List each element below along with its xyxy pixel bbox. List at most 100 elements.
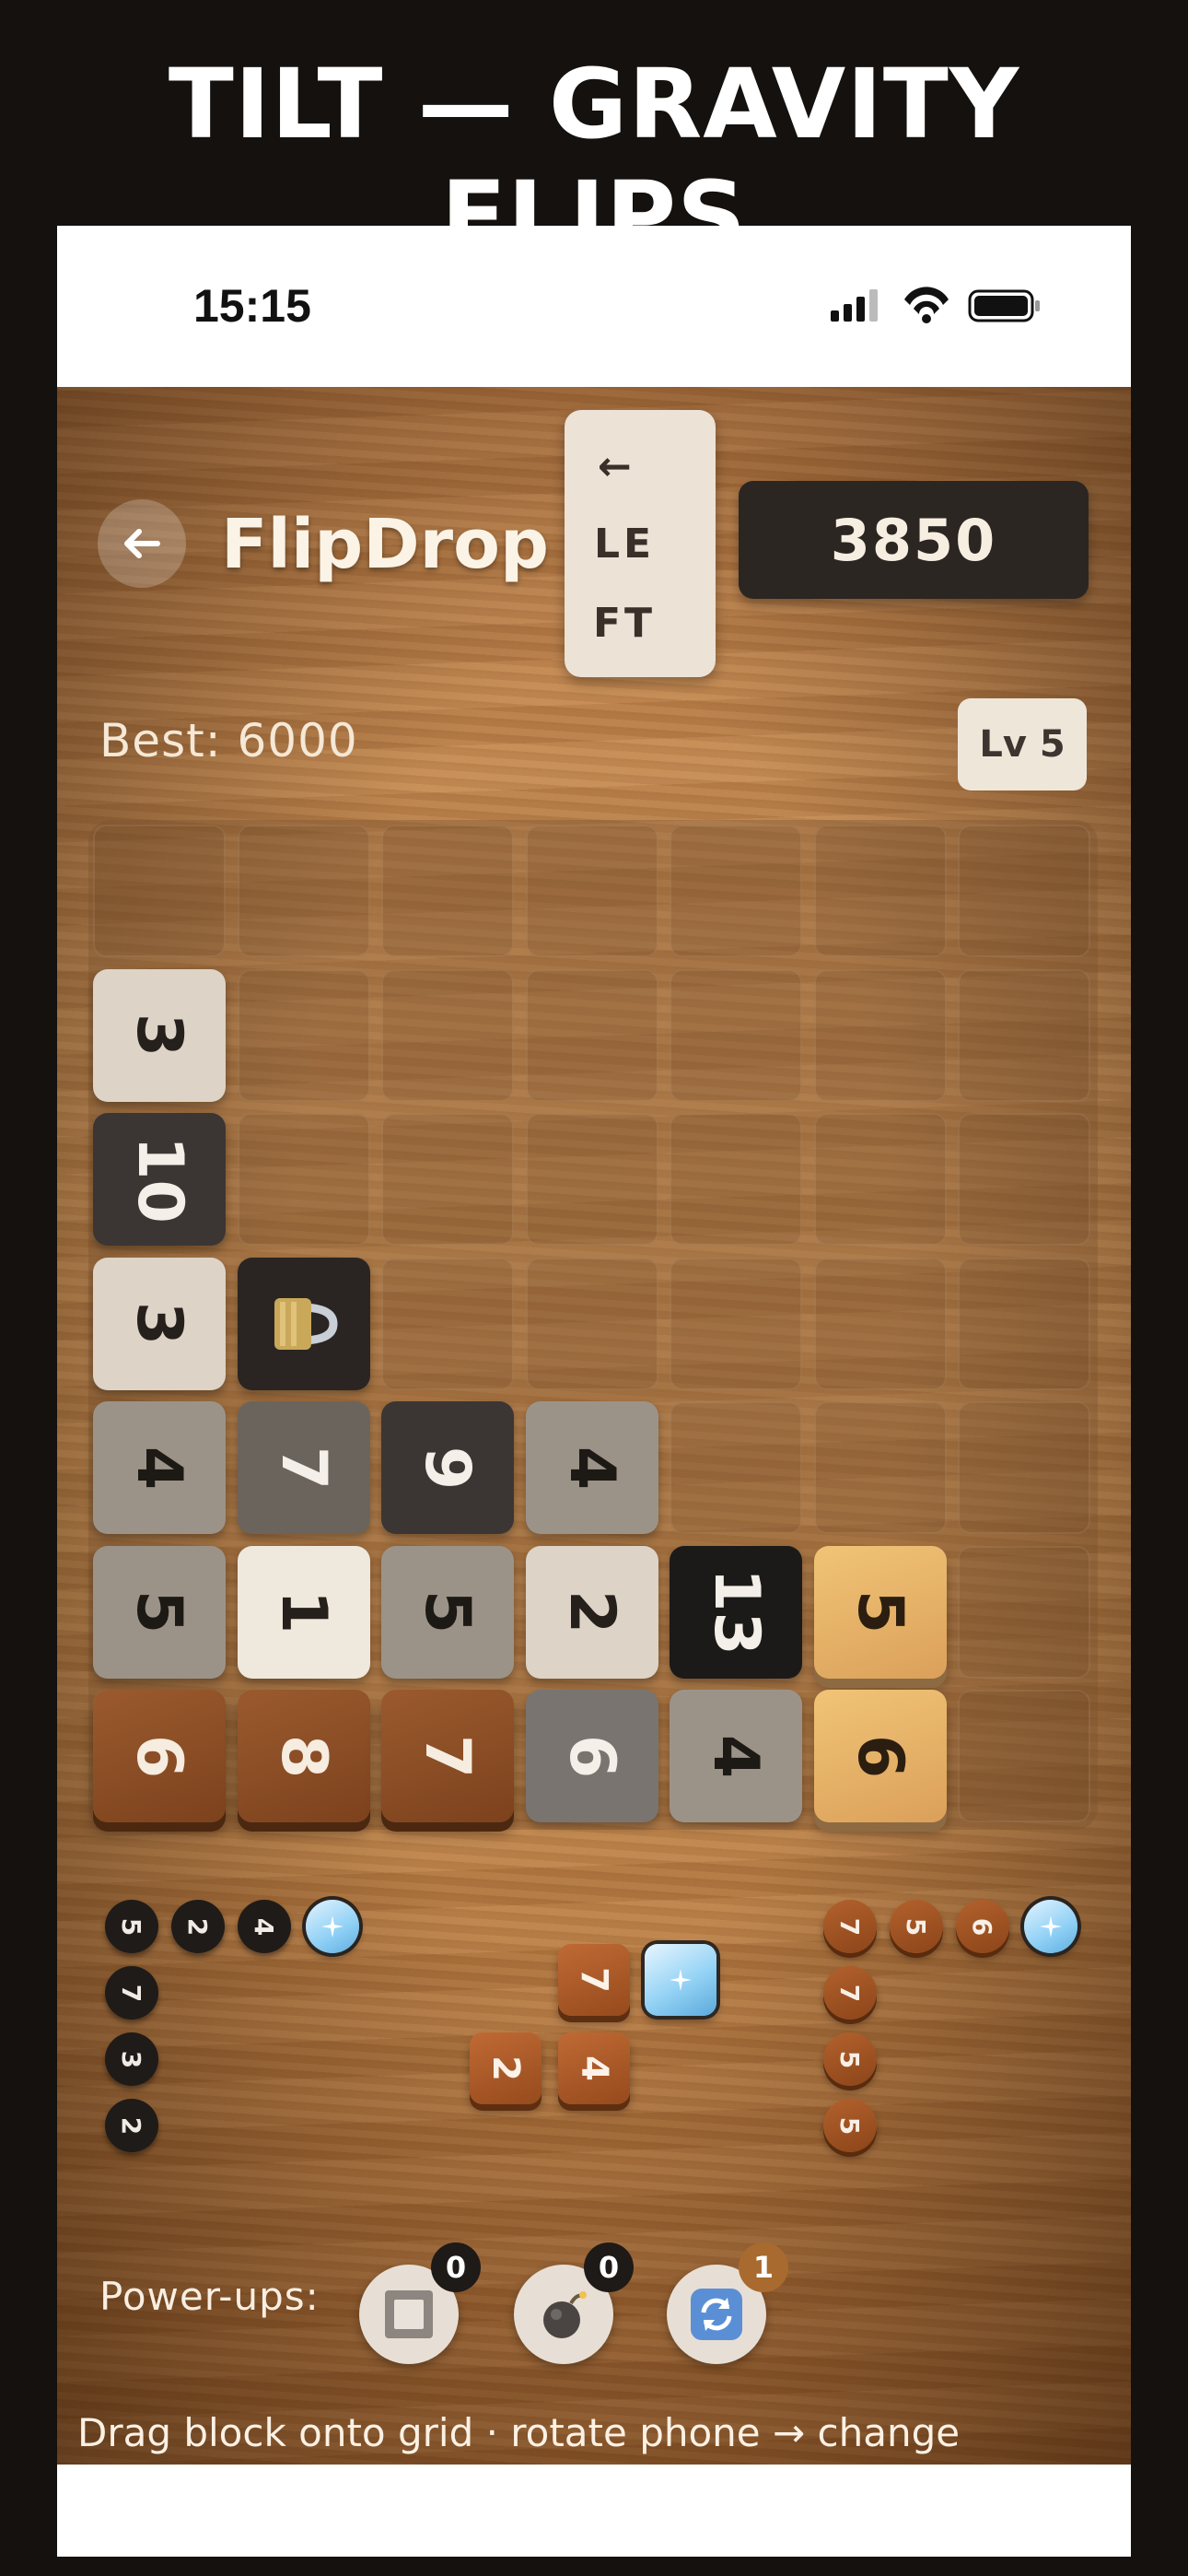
piece-block[interactable]: 7 xyxy=(105,1966,158,2020)
tile-value: 4 xyxy=(122,1446,196,1490)
wifi-icon xyxy=(904,287,949,323)
grid-cell[interactable] xyxy=(670,1113,802,1246)
piece-block[interactable]: 4 xyxy=(238,1900,291,1953)
tile-value: 13 xyxy=(699,1568,773,1656)
arrow-left-icon xyxy=(124,529,160,558)
status-icons xyxy=(831,287,1042,323)
grid-cell[interactable] xyxy=(813,1257,947,1390)
grid-cell[interactable] xyxy=(381,1257,514,1390)
grid-cell[interactable] xyxy=(813,1401,947,1534)
piece-block[interactable]: 5 xyxy=(890,1900,943,1953)
tile-value: 6 xyxy=(554,1734,628,1778)
refresh-icon xyxy=(691,2289,742,2340)
piece-value: 4 xyxy=(573,2055,615,2081)
grid-cell[interactable] xyxy=(670,1257,802,1390)
piece-value: 2 xyxy=(484,2055,527,2081)
tile-value: 1 xyxy=(266,1589,340,1634)
grid-cell[interactable] xyxy=(525,825,658,957)
piece-block[interactable]: 7 xyxy=(823,1966,877,2020)
best-score: Best: 6000 xyxy=(99,714,358,767)
sparkle-icon xyxy=(1040,1915,1062,1938)
number-tile: 8 xyxy=(237,1690,370,1822)
piece-value: 7 xyxy=(573,1967,615,1993)
sparkle-icon xyxy=(321,1915,344,1938)
grid-cell[interactable] xyxy=(958,1401,1090,1534)
sparkle-icon xyxy=(670,1969,692,1991)
number-tile: 7 xyxy=(237,1401,370,1534)
score-display: 3850 xyxy=(739,481,1089,599)
number-tile: 4 xyxy=(670,1690,802,1822)
tile-value: 5 xyxy=(122,1589,196,1634)
grid-cell[interactable] xyxy=(670,968,802,1102)
ice-block-icon[interactable] xyxy=(306,1900,359,1953)
grid-cell[interactable] xyxy=(381,968,514,1102)
grid-cell[interactable] xyxy=(670,1401,802,1534)
piece-block[interactable]: 7 xyxy=(823,1900,877,1953)
number-tile: 5 xyxy=(381,1545,514,1679)
powerup-bomb-count: 0 xyxy=(584,2242,634,2292)
number-tile: 6 xyxy=(525,1690,658,1822)
grid-cell[interactable] xyxy=(381,825,514,957)
status-time: 15:15 xyxy=(193,280,311,332)
grid-cell[interactable] xyxy=(93,825,226,957)
grid-cell[interactable] xyxy=(958,1113,1090,1246)
back-button[interactable] xyxy=(98,499,186,588)
signal-icon xyxy=(831,289,878,322)
status-bar: 15:15 xyxy=(57,226,1131,387)
number-tile: 3 xyxy=(93,1257,226,1390)
grid-cell[interactable] xyxy=(813,825,947,957)
grid-cell[interactable] xyxy=(958,1257,1090,1390)
grid-cell[interactable] xyxy=(237,968,370,1102)
tile-value: 4 xyxy=(554,1446,628,1490)
tile-value: 7 xyxy=(266,1446,340,1490)
piece-block[interactable]: 4 xyxy=(558,2032,630,2104)
grid-cell[interactable] xyxy=(958,825,1090,957)
number-tile: 2 xyxy=(525,1545,658,1679)
powerup-block-count: 0 xyxy=(431,2242,481,2292)
grid-cell[interactable] xyxy=(670,825,802,957)
grid-cell[interactable] xyxy=(958,968,1090,1102)
number-tile: 6 xyxy=(93,1690,226,1822)
grid-cell[interactable] xyxy=(958,1690,1090,1822)
grid-cell[interactable] xyxy=(237,1113,370,1246)
square-block-icon xyxy=(385,2290,433,2338)
piece-block[interactable]: 5 xyxy=(823,2032,877,2086)
grid-cell[interactable] xyxy=(237,825,370,957)
ice-block-icon[interactable] xyxy=(1024,1900,1077,1953)
grid-cell[interactable] xyxy=(525,968,658,1102)
piece-block[interactable]: 5 xyxy=(823,2099,877,2152)
grid-cell[interactable] xyxy=(813,1113,947,1246)
piece-value: 5 xyxy=(116,1917,147,1936)
tile-value: 5 xyxy=(411,1589,484,1634)
piece-block[interactable]: 5 xyxy=(105,1900,158,1953)
piece-block[interactable]: 2 xyxy=(470,2032,542,2104)
grid-cell[interactable] xyxy=(525,1113,658,1246)
piece-block[interactable]: 6 xyxy=(956,1900,1009,1953)
tile-value: 9 xyxy=(411,1446,484,1490)
powerups-label: Power-ups: xyxy=(99,2274,320,2319)
tile-value: 6 xyxy=(122,1734,196,1778)
number-tile: 9 xyxy=(381,1401,514,1534)
piece-block[interactable]: 2 xyxy=(105,2099,158,2152)
grid-cell[interactable] xyxy=(381,1113,514,1246)
piece-value: 3 xyxy=(116,2050,147,2068)
grid-cell[interactable] xyxy=(958,1545,1090,1679)
tile-value: 3 xyxy=(122,1013,196,1058)
tile-value: 4 xyxy=(699,1734,773,1778)
tile-value: 6 xyxy=(843,1734,916,1778)
number-tile: 4 xyxy=(93,1401,226,1534)
piece-value: 2 xyxy=(182,1917,214,1936)
piece-value: 6 xyxy=(967,1917,998,1936)
number-tile: 5 xyxy=(93,1545,226,1679)
ice-block-icon[interactable] xyxy=(645,1944,716,2016)
piece-value: 4 xyxy=(249,1917,280,1936)
piece-block[interactable]: 3 xyxy=(105,2032,158,2086)
piece-block[interactable]: 7 xyxy=(558,1944,630,2016)
grid-cell[interactable] xyxy=(813,968,947,1102)
grid-cell[interactable] xyxy=(525,1257,658,1390)
game-area: FlipDrop ← LE FT 3850 Best: 6000 Lv 5 31… xyxy=(57,387,1131,2465)
gravity-direction-indicator: ← LE FT xyxy=(565,410,716,677)
direction-label-line1: LE xyxy=(593,521,656,568)
game-board[interactable]: 3 10 3 4 7 9 4 5 1 5 2 13 5 6 8 7 6 4 6 xyxy=(88,820,1098,1830)
piece-block[interactable]: 2 xyxy=(171,1900,225,1953)
